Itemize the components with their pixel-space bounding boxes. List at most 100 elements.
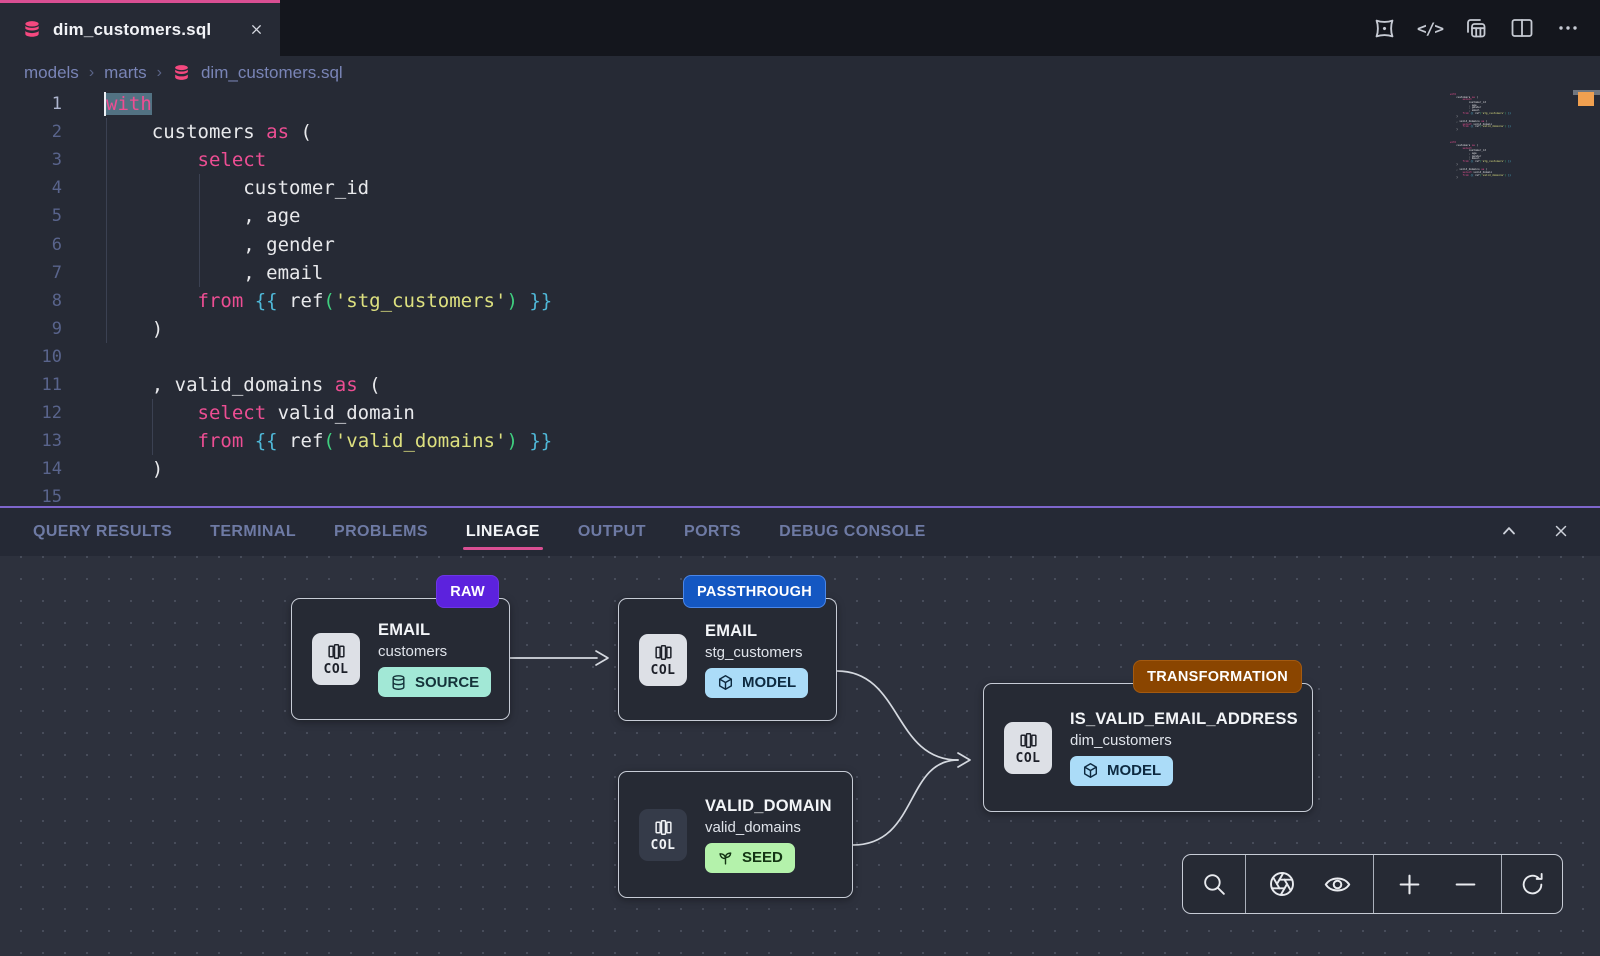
breadcrumb-item-models[interactable]: models — [24, 63, 79, 83]
bottom-panel-tab-bar: QUERY RESULTS TERMINAL PROBLEMS LINEAGE OUTP… — [0, 506, 1600, 556]
code-text: from {{ ref('stg_customers') }} — [106, 287, 552, 315]
panel-tab-ports[interactable]: PORTS — [684, 508, 741, 556]
lineage-node-customers[interactable]: RAWCOLEMAILcustomersSOURCE — [291, 598, 510, 720]
node-column-name: EMAIL — [705, 622, 820, 641]
toolbar-group — [1245, 855, 1373, 913]
split-editor-icon[interactable] — [1504, 10, 1540, 46]
database-icon — [22, 20, 42, 40]
line-number: 6 — [0, 231, 62, 259]
column-tile-label: COL — [1016, 751, 1041, 766]
zoom-in-icon[interactable] — [1390, 864, 1430, 904]
lineage-node-stg_customers[interactable]: PASSTHROUGHCOLEMAILstg_customersMODEL — [618, 598, 837, 721]
code-text: customers as ( — [106, 118, 312, 146]
panel-tab-debug-console[interactable]: DEBUG CONSOLE — [779, 508, 926, 556]
panel-tab-query-results[interactable]: QUERY RESULTS — [33, 508, 172, 556]
query-results-icon[interactable] — [1458, 10, 1494, 46]
code-line-10[interactable]: 10 — [0, 343, 1600, 371]
code-line-11[interactable]: 11 , valid_domains as ( — [0, 371, 1600, 399]
tab-title: dim_customers.sql — [53, 20, 238, 40]
code-text: ) — [106, 315, 163, 343]
database-icon — [172, 64, 191, 83]
refresh-icon[interactable] — [1512, 864, 1552, 904]
panel-tab-lineage[interactable]: LINEAGE — [466, 508, 540, 556]
lineage-node-dim_customers[interactable]: TRANSFORMATIONCOLIS_VALID_EMAIL_ADDRESSd… — [983, 683, 1313, 812]
chip-label: MODEL — [1107, 762, 1161, 779]
code-line-6[interactable]: 6 , gender — [0, 231, 1600, 259]
editor-tab-bar: dim_customers.sql </> — [0, 0, 1600, 56]
eye-icon[interactable] — [1317, 864, 1357, 904]
line-number: 3 — [0, 146, 62, 174]
more-actions-icon[interactable] — [1550, 10, 1586, 46]
collapse-panel-icon[interactable] — [1494, 516, 1524, 546]
code-line-3[interactable]: 3 select — [0, 146, 1600, 174]
code-line-15[interactable]: 15 — [0, 483, 1600, 506]
columns-icon — [1018, 730, 1039, 751]
inline-code-icon[interactable]: </> — [1412, 10, 1448, 46]
code-line-13[interactable]: 13 from {{ ref('valid_domains') }} — [0, 427, 1600, 455]
node-badge-raw: RAW — [436, 575, 499, 608]
line-number: 4 — [0, 174, 62, 202]
code-editor[interactable]: 1with2 customers as (3 select4 customer_… — [0, 90, 1600, 506]
code-line-4[interactable]: 4 customer_id — [0, 174, 1600, 202]
node-column-name: EMAIL — [378, 621, 493, 640]
code-text: with — [106, 90, 152, 118]
code-text: customer_id — [106, 174, 369, 202]
code-text: from {{ ref('valid_domains') }} — [106, 427, 552, 455]
node-model-name: dim_customers — [1070, 732, 1296, 749]
edge-stg-to-dim — [837, 671, 958, 760]
bottom-panel-actions — [1494, 506, 1576, 556]
code-text: ) — [106, 455, 163, 483]
code-text: , email — [106, 259, 323, 287]
line-number: 2 — [0, 118, 62, 146]
code-text: select — [106, 146, 266, 174]
line-number: 13 — [0, 427, 62, 455]
minimap[interactable]: with customers as ( select customer_id ,… — [1450, 94, 1565, 183]
node-column-name: IS_VALID_EMAIL_ADDRESS — [1070, 710, 1296, 729]
node-model-name: stg_customers — [705, 644, 820, 661]
tab-dim-customers-sql[interactable]: dim_customers.sql — [0, 0, 280, 56]
line-number: 11 — [0, 371, 62, 399]
node-badge-passthrough: PASSTHROUGH — [683, 575, 826, 608]
line-number: 15 — [0, 483, 62, 506]
close-panel-icon[interactable] — [1546, 516, 1576, 546]
lineage-canvas[interactable]: RAW COL EMAIL customers SOURCE PASSTHROUGH COL… — [0, 556, 1600, 956]
column-tile: COL — [639, 809, 687, 861]
columns-icon — [653, 817, 674, 838]
code-line-14[interactable]: 14 ) — [0, 455, 1600, 483]
cube-icon — [717, 674, 734, 691]
chip-label: SOURCE — [415, 674, 479, 691]
column-tile: COL — [639, 634, 687, 686]
breadcrumb-separator: › — [89, 64, 94, 82]
zoom-out-icon[interactable] — [1445, 864, 1485, 904]
search-icon[interactable] — [1194, 864, 1234, 904]
close-tab-icon[interactable] — [249, 22, 264, 37]
breadcrumb: models›marts›dim_customers.sql — [0, 56, 1600, 90]
panel-tab-output[interactable]: OUTPUT — [578, 508, 646, 556]
panel-tab-problems[interactable]: PROBLEMS — [334, 508, 428, 556]
panel-tab-terminal[interactable]: TERMINAL — [210, 508, 296, 556]
code-line-8[interactable]: 8 from {{ ref('stg_customers') }} — [0, 287, 1600, 315]
code-line-9[interactable]: 9 ) — [0, 315, 1600, 343]
code-line-5[interactable]: 5 , age — [0, 202, 1600, 230]
node-model-name: customers — [378, 643, 493, 660]
column-tile-label: COL — [651, 838, 676, 853]
breadcrumb-item-dim-customers-sql[interactable]: dim_customers.sql — [201, 63, 343, 83]
shutter-icon[interactable] — [1262, 864, 1302, 904]
line-number: 14 — [0, 455, 62, 483]
edge-seed-to-dim — [853, 760, 958, 845]
breadcrumb-item-marts[interactable]: marts — [104, 63, 147, 83]
code-line-12[interactable]: 12 select valid_domain — [0, 399, 1600, 427]
line-number: 5 — [0, 202, 62, 230]
dbt-extension-icon[interactable] — [1366, 10, 1402, 46]
code-line-7[interactable]: 7 , email — [0, 259, 1600, 287]
columns-icon — [653, 642, 674, 663]
toolbar-group — [1501, 855, 1562, 913]
column-tile-label: COL — [324, 662, 349, 677]
lineage-node-valid_domains[interactable]: COLVALID_DOMAINvalid_domainsSEED — [618, 771, 853, 898]
code-line-2[interactable]: 2 customers as ( — [0, 118, 1600, 146]
ide-window: { "tab_bar": { "active_tab": { "title": … — [0, 0, 1600, 956]
text-cursor — [104, 92, 106, 116]
node-column-name: VALID_DOMAIN — [705, 797, 836, 816]
database-icon — [390, 674, 407, 691]
code-line-1[interactable]: 1with — [0, 90, 1600, 118]
